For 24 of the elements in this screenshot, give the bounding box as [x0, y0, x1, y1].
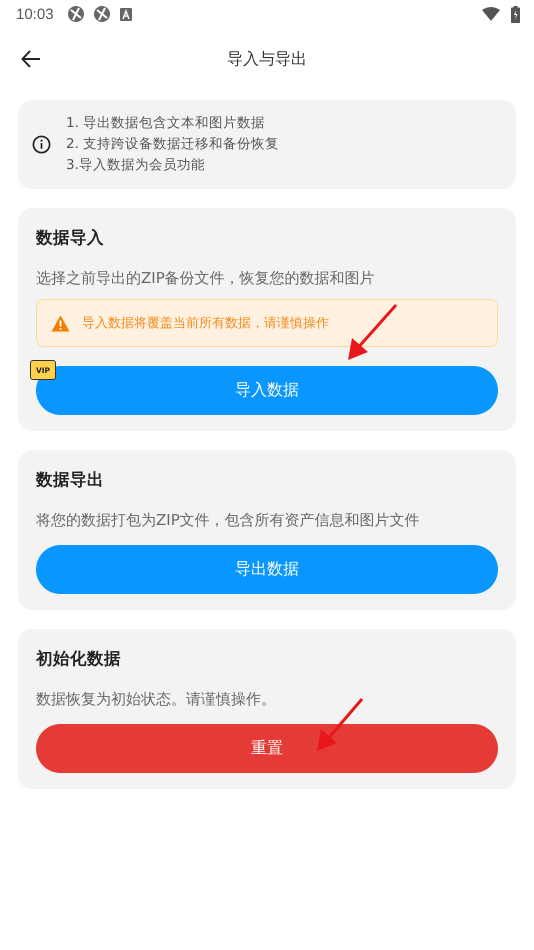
page-title: 导入与导出	[227, 48, 307, 70]
battery-icon	[511, 6, 520, 22]
back-arrow-icon	[21, 50, 41, 68]
section-description: 将您的数据打包为ZIP文件，包含所有资产信息和图片文件	[36, 510, 421, 531]
keyboard-icon	[120, 8, 132, 20]
info-line: 3.导入数据为会员功能	[66, 156, 206, 175]
app-icon	[66, 5, 85, 23]
info-icon	[32, 135, 51, 154]
section-title: 数据导入	[36, 227, 105, 249]
annotation-arrow	[348, 304, 398, 360]
warning-icon	[51, 314, 70, 332]
info-line: 1. 导出数据包含文本和图片数据	[66, 114, 266, 133]
section-title: 数据导出	[36, 469, 105, 491]
warning-text: 导入数据将覆盖当前所有数据，请谨慎操作	[82, 315, 329, 332]
action-button[interactable]: 导出数据	[36, 545, 498, 594]
section-title: 初始化数据	[36, 648, 122, 670]
reset-button[interactable]: 重置	[36, 724, 498, 773]
status-time: 10:03	[16, 6, 54, 22]
app-icon	[92, 5, 111, 23]
section-description: 数据恢复为初始状态。请谨慎操作。	[36, 689, 277, 710]
info-line: 2. 支持跨设备数据迁移和备份恢复	[66, 135, 280, 154]
annotation-arrow	[317, 698, 364, 751]
wifi-icon	[482, 7, 500, 21]
section-description: 选择之前导出的ZIP备份文件，恢复您的数据和图片	[36, 268, 376, 289]
